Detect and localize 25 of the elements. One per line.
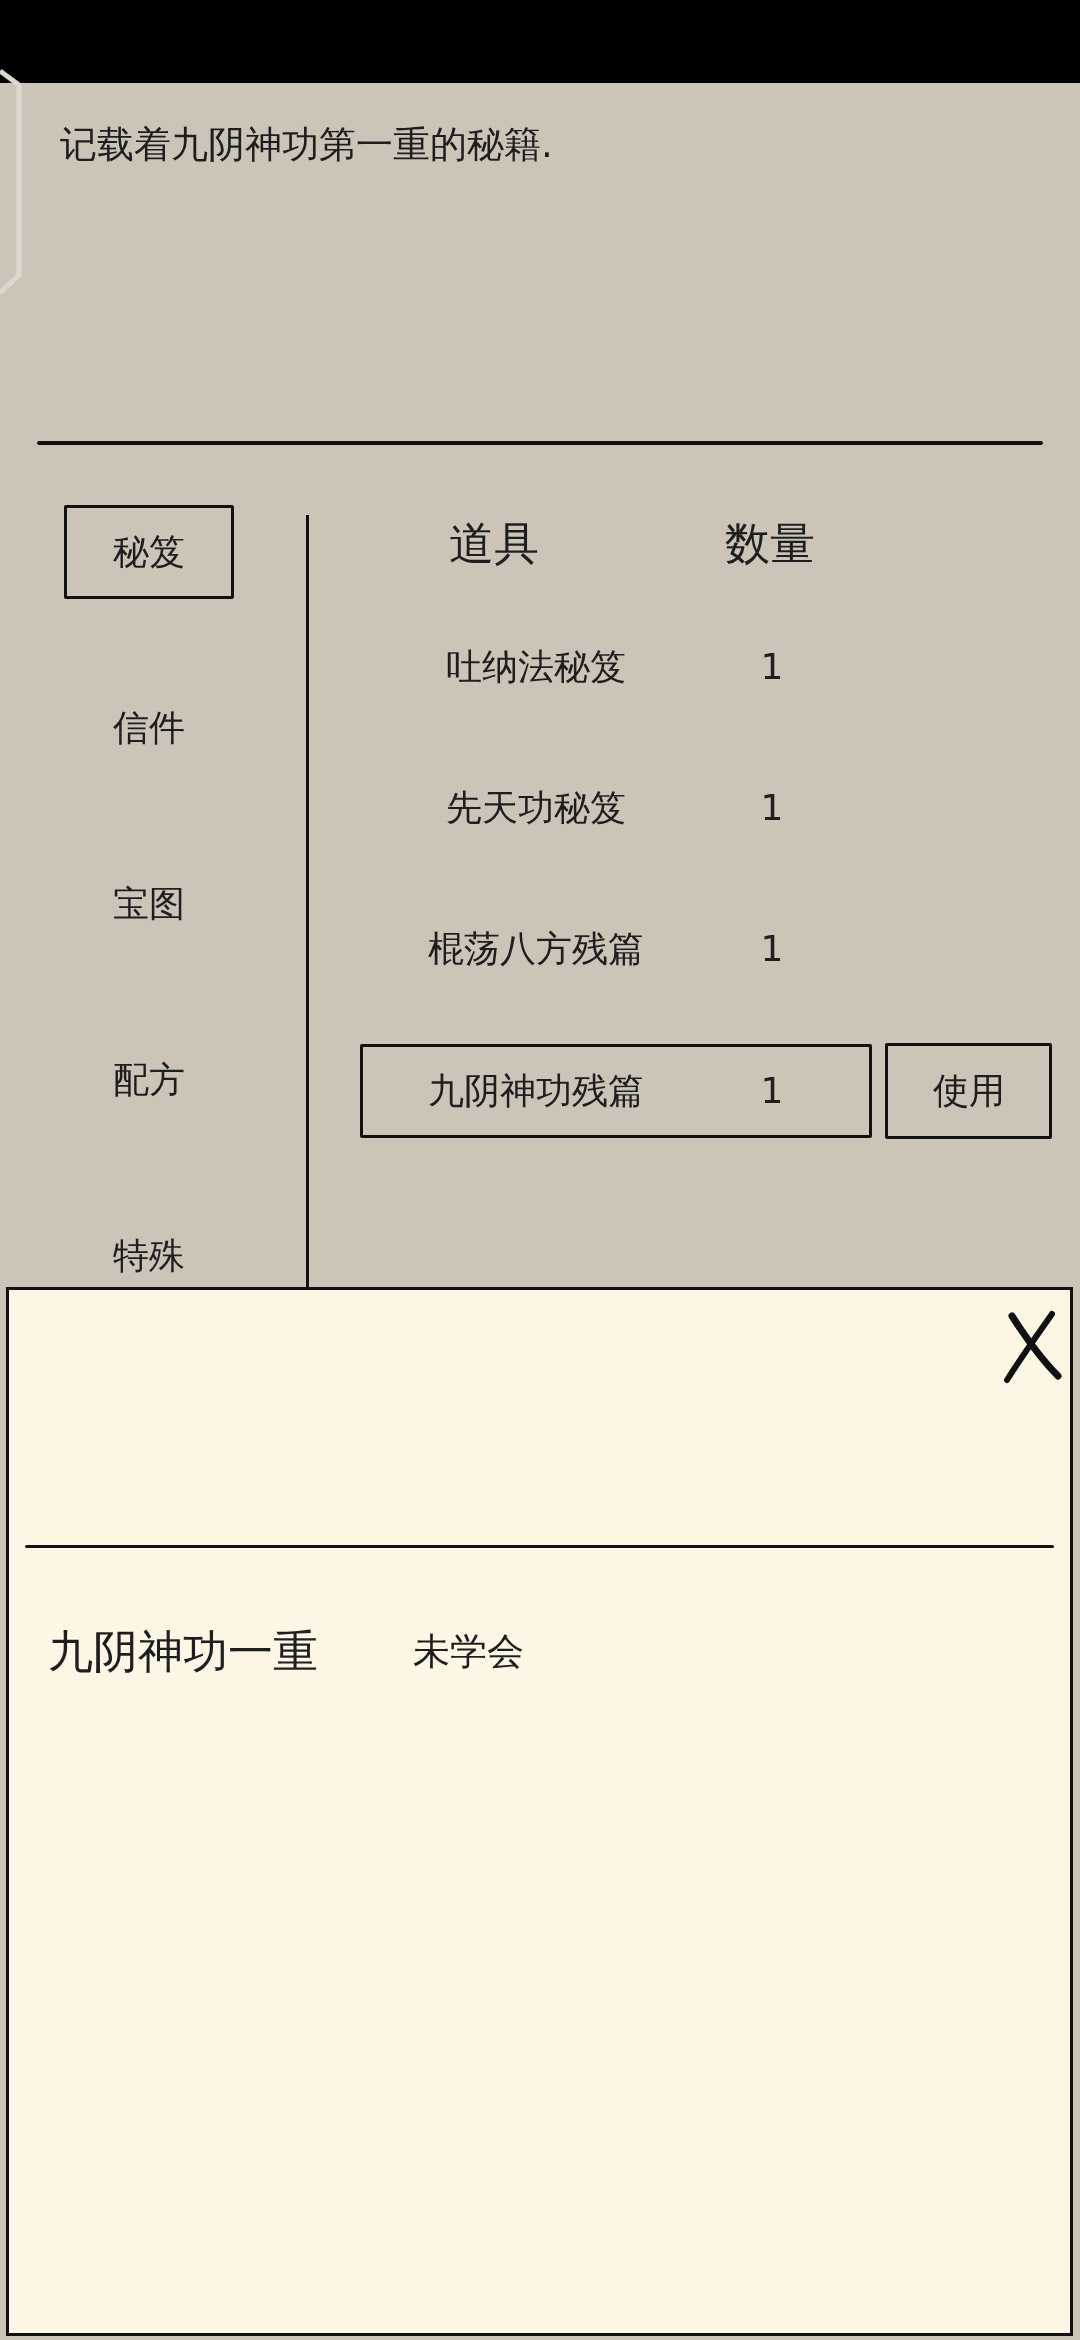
item-name: 棍荡八方残篇 [427,931,645,967]
item-row[interactable]: 先天功秘笈 1 [360,761,872,855]
item-row[interactable]: 棍荡八方残篇 1 [360,902,872,996]
category-tab[interactable]: 特殊 [64,1226,234,1286]
item-description: 记载着九阴神功第一重的秘籍. [60,123,554,168]
item-count: 1 [759,931,785,967]
column-header: 道具 [448,520,540,566]
item-count: 1 [759,1073,785,1109]
skill-name: 九阴神功一重 [48,1628,319,1674]
item-row[interactable]: 九阴神功残篇 1 [360,1044,872,1138]
item-count: 1 [759,790,785,826]
item-name: 九阴神功残篇 [427,1073,645,1109]
skill-status: 未学会 [413,1632,524,1670]
item-count: 1 [759,649,785,685]
item-name: 先天功秘笈 [445,790,627,826]
category-tab[interactable]: 秘笈 [64,505,234,599]
item-name: 吐纳法秘笈 [445,649,627,685]
category-tab[interactable]: 配方 [64,1050,234,1110]
close-icon[interactable] [1002,1310,1062,1384]
column-header: 数量 [724,520,816,566]
item-row[interactable]: 吐纳法秘笈 1 [360,620,872,714]
category-tab[interactable]: 信件 [64,698,234,758]
category-tab[interactable]: 宝图 [64,874,234,934]
use-button[interactable]: 使用 [885,1043,1052,1139]
side-tab-icon [0,69,22,295]
